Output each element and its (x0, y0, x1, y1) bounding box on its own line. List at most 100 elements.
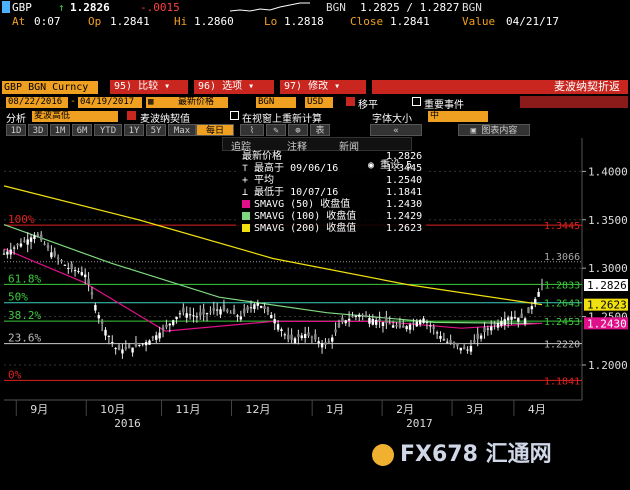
candle-body (361, 314, 364, 316)
events-checkbox[interactable] (412, 97, 421, 106)
analysis-mode-select[interactable]: 麦波高低 (32, 111, 118, 122)
draw-tools-icon[interactable]: ✎ (266, 124, 286, 136)
quote-header: GBP ↑ 1.2826 -.0015 BGN 1.2825 / 1.2827 … (0, 0, 630, 14)
candle-body (104, 329, 107, 336)
candle-body (462, 346, 466, 350)
period-ytd[interactable]: YTD (94, 124, 122, 136)
candle-body (510, 316, 513, 320)
candle-body (324, 342, 327, 345)
fib-level-value: 1.3445 (544, 221, 580, 232)
collapse-button[interactable]: « (370, 124, 422, 136)
interval-select[interactable]: 每日 (196, 124, 234, 136)
fib-level-label: 61.8% (8, 272, 41, 285)
move-label: 移平 (358, 100, 378, 111)
legend-sma100-value: 1.2429 (386, 211, 423, 222)
period-5y[interactable]: 5Y (146, 124, 166, 136)
fib-level-value: 1.2833 (544, 280, 580, 291)
candle-body (259, 305, 263, 308)
start-date-field[interactable]: 08/22/2016 (6, 97, 68, 108)
candle-body (117, 345, 121, 351)
chevron-down-icon: ▾ (164, 81, 171, 92)
sma200-swatch (242, 224, 250, 232)
x-month-label: 12月 (245, 403, 270, 416)
candle-body (131, 347, 134, 353)
candle-body (53, 251, 56, 256)
source-label-2: BGN (462, 1, 482, 14)
candle-body (246, 306, 249, 311)
candle-body (351, 316, 354, 318)
last-price-tag-label: 1.2826 (587, 279, 627, 292)
period-1y[interactable]: 1Y (124, 124, 144, 136)
candle-body (202, 308, 205, 315)
candle-body (36, 234, 40, 237)
candle-body (378, 319, 381, 322)
candle-body (537, 292, 540, 297)
currency-select[interactable]: USD (305, 97, 333, 108)
bid-ask: 1.2825 / 1.2827 (360, 1, 460, 14)
candle-body (148, 340, 151, 345)
candle-body (287, 334, 290, 340)
price-change: -.0015 (140, 1, 180, 14)
sma50-tag-label: 1.2430 (587, 317, 627, 330)
candle-body (395, 324, 398, 327)
move-checkbox[interactable] (346, 97, 355, 106)
period-3d[interactable]: 3D (28, 124, 48, 136)
security-field[interactable]: GBP BGN Curncy (2, 81, 98, 94)
period-1m[interactable]: 1M (50, 124, 70, 136)
candle-body (209, 311, 212, 313)
edit-menu[interactable]: 97) 修改 ▾ (280, 80, 366, 94)
source-select[interactable]: BGN (256, 97, 296, 108)
candle-body (107, 335, 111, 337)
last-price: 1.2826 (70, 1, 110, 14)
legend-sma200-row[interactable]: SMAVG (200) 收盘值 (242, 223, 356, 235)
period-1d[interactable]: 1D (6, 124, 26, 136)
reset-button[interactable]: ◉ 重设 5 (368, 160, 412, 172)
price-type-select[interactable]: 最新价格 (176, 97, 228, 108)
options-menu[interactable]: 96) 选项 ▾ (194, 80, 274, 94)
candle-body (425, 321, 429, 323)
line-chart-icon[interactable]: ⌇ (240, 124, 264, 136)
close-value: 1.2841 (390, 15, 430, 28)
legend-last-label: 最新价格 (242, 151, 282, 162)
candle-body (29, 237, 33, 242)
table-icon[interactable]: 表 (310, 124, 330, 136)
date-separator: - (70, 96, 77, 107)
candle-body (435, 332, 439, 334)
legend-sma50-row[interactable]: SMAVG (50) 收盘值 (242, 199, 350, 211)
candle-body (459, 347, 462, 351)
period-max[interactable]: Max (168, 124, 196, 136)
candle-body (358, 314, 361, 317)
chart-content-button[interactable]: ▣ 图表内容 (458, 124, 530, 136)
candle-body (307, 332, 310, 336)
zoom-icon[interactable]: ⊕ (288, 124, 308, 136)
candle-body (290, 334, 293, 340)
candle-body (56, 257, 60, 259)
candle-body (456, 343, 459, 347)
legend-sma100-row[interactable]: SMAVG (100) 收盘值 (242, 211, 356, 223)
candle-body (219, 309, 222, 315)
compare-menu[interactable]: 95) 比较 ▾ (110, 80, 188, 94)
at-label: At (12, 15, 26, 28)
recalc-checkbox[interactable] (230, 111, 239, 120)
legend-avg-row: + 平均 (242, 175, 274, 187)
legend-avg-value: 1.2540 (386, 175, 423, 186)
candle-body (334, 329, 337, 333)
candle-body (446, 341, 449, 343)
end-date-field[interactable]: 04/19/2017 (78, 97, 142, 108)
candle-body (188, 314, 192, 316)
period-6m[interactable]: 6M (72, 124, 92, 136)
chart-overlay-menu: 追踪 注释 新闻 (222, 137, 412, 153)
sma200-tag-label: 1.2623 (587, 299, 627, 312)
fib-checkbox[interactable] (127, 111, 136, 120)
candle-body (70, 263, 73, 270)
candle-body (40, 234, 43, 241)
ticker-marker (2, 1, 10, 13)
font-size-select[interactable]: 中 (428, 111, 488, 122)
candle-body (527, 307, 530, 314)
x-month-label: 10月 (100, 403, 125, 416)
candle-body (263, 306, 266, 309)
candle-body (33, 235, 36, 239)
legend-sma100-label: SMAVG (100) 收盘值 (254, 211, 357, 222)
legend-sma200-label: SMAVG (200) 收盘值 (254, 223, 357, 234)
candle-body (158, 332, 161, 339)
